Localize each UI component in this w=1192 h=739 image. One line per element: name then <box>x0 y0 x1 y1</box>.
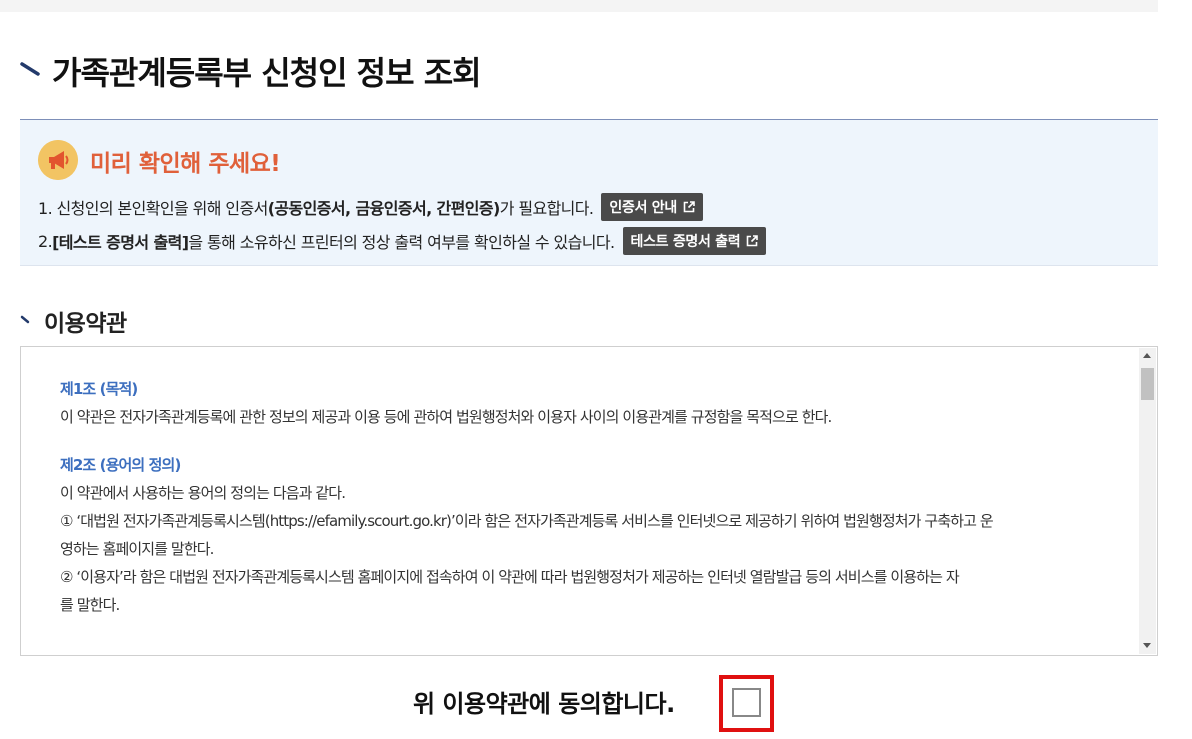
agree-highlight-frame <box>719 675 774 732</box>
notice-line-1: 1. 신청인의 본인확인을 위해 인증서 (공동인증서, 금융인증서, 간편인증)… <box>38 193 703 221</box>
scroll-up-arrow-icon[interactable] <box>1143 353 1151 358</box>
notice-line-2-suffix: 을 통해 소유하신 프린터의 정상 출력 여부를 확인하실 수 있습니다. <box>188 233 615 252</box>
notice-line-2: 2. [테스트 증명서 출력] 을 통해 소유하신 프린터의 정상 출력 여부를 … <box>38 227 767 255</box>
scroll-down-arrow-icon[interactable] <box>1143 643 1151 648</box>
terms-content: 제1조 (목적) 이 약관은 전자가족관계등록에 관한 정보의 제공과 이용 등… <box>60 375 1120 619</box>
notice-line-1-suffix: 가 필요합니다. <box>499 199 594 218</box>
certificate-guide-button[interactable]: 인증서 안내 <box>601 193 703 221</box>
notice-heading: 미리 확인해 주세요! <box>90 151 281 177</box>
notice-line-1-prefix: 1. 신청인의 본인확인을 위해 인증서 <box>38 199 268 218</box>
top-bar <box>0 0 1158 12</box>
test-certificate-print-label: 테스트 증명서 출력 <box>630 234 741 250</box>
notice-line-1-bold: (공동인증서, 금융인증서, 간편인증) <box>267 199 501 218</box>
notice-line-2-prefix: 2. <box>38 231 53 251</box>
section-marker-icon <box>20 315 30 324</box>
certificate-guide-label: 인증서 안내 <box>609 200 677 216</box>
terms-scroll-box[interactable]: 제1조 (목적) 이 약관은 전자가족관계등록에 관한 정보의 제공과 이용 등… <box>20 346 1158 656</box>
notice-line-2-bold: [테스트 증명서 출력] <box>52 233 189 252</box>
agree-checkbox[interactable] <box>732 688 761 717</box>
external-link-icon <box>747 235 759 247</box>
article-2-item-2-line-1: ② ‘이용자’라 함은 대법원 전자가족관계등록시스템 홈페이지에 접속하여 이… <box>60 568 960 586</box>
article-2-item-1-line-1: ① ‘대법원 전자가족관계등록시스템(https://efamily.scour… <box>60 512 994 530</box>
article-2-intro: 이 약관에서 사용하는 용어의 정의는 다음과 같다. <box>60 484 346 502</box>
test-certificate-print-button[interactable]: 테스트 증명서 출력 <box>622 227 767 255</box>
title-marker-icon <box>20 62 40 76</box>
article-1-title: 제1조 (목적) <box>60 380 138 398</box>
article-1-body: 이 약관은 전자가족관계등록에 관한 정보의 제공과 이용 등에 관하여 법원행… <box>60 408 832 426</box>
terms-section-title: 이용약관 <box>44 311 127 337</box>
agree-label: 위 이용약관에 동의합니다. <box>413 690 675 718</box>
page-title: 가족관계등록부 신청인 정보 조회 <box>52 54 482 92</box>
notice-box: 미리 확인해 주세요! 1. 신청인의 본인확인을 위해 인증서 (공동인증서, … <box>20 119 1158 266</box>
external-link-icon <box>683 201 695 213</box>
megaphone-icon <box>38 140 78 180</box>
terms-scrollbar[interactable] <box>1139 348 1156 654</box>
article-2-item-2-line-2: 를 말한다. <box>60 596 120 614</box>
scrollbar-thumb[interactable] <box>1141 368 1154 400</box>
article-2-title: 제2조 (용어의 정의) <box>60 456 181 474</box>
article-2-item-1-line-2: 영하는 홈페이지를 말한다. <box>60 540 214 558</box>
